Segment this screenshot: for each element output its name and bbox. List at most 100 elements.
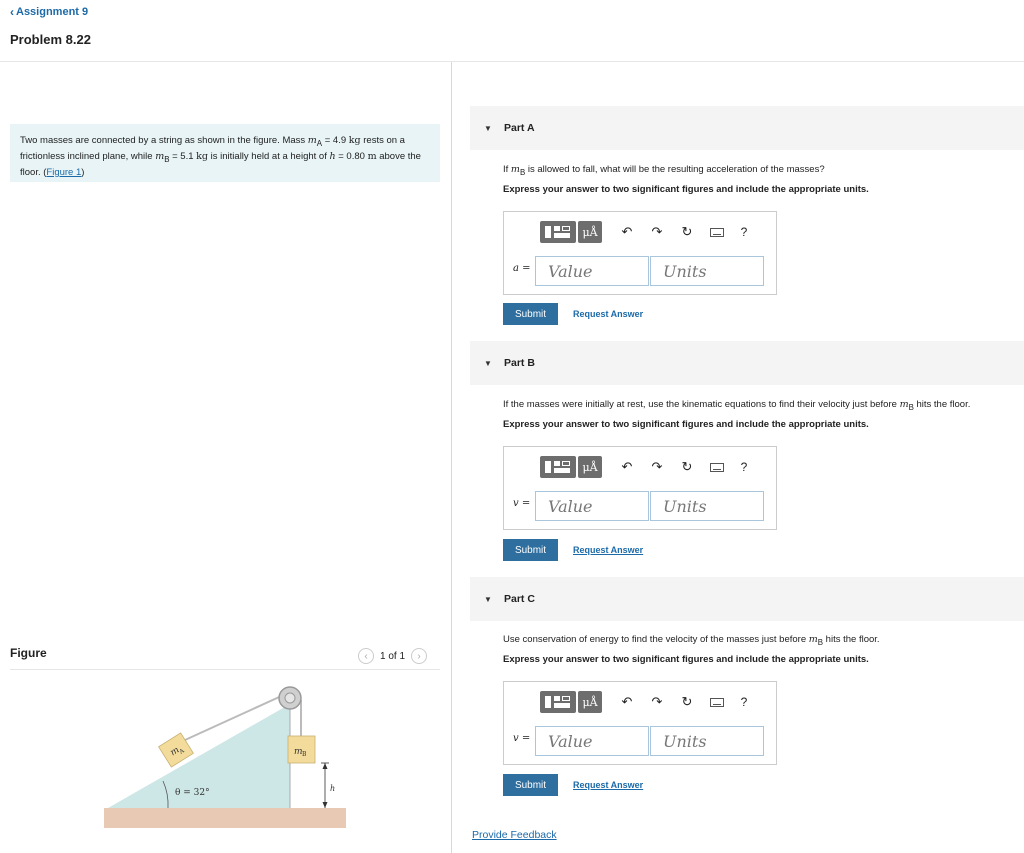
part-b-request-answer-link[interactable]: Request Answer [573, 545, 643, 555]
question-text: hits the floor. [913, 399, 971, 410]
part-c-question: Use conservation of energy to find the v… [503, 634, 880, 647]
unit-kg: kg [348, 135, 361, 146]
part-a-answer-box: μÅ ↶ ↷ ↻ ? a = [503, 211, 777, 295]
variable-label: a = [513, 263, 531, 274]
height-arrowhead-bottom [322, 802, 328, 808]
units-input[interactable] [650, 491, 764, 521]
figure-prev-button[interactable]: ‹ [358, 648, 374, 664]
part-a-request-answer-link[interactable]: Request Answer [573, 309, 643, 319]
units-symbols-button[interactable]: μÅ [578, 221, 602, 243]
part-a-header[interactable]: ▼ Part A [470, 106, 1024, 150]
caret-down-icon: ▼ [484, 123, 492, 133]
part-b-question: If the masses were initially at rest, us… [503, 399, 970, 412]
variable-label: v = [513, 498, 531, 509]
equation-toolbar: μÅ ↶ ↷ ↻ ? [540, 691, 756, 713]
statement-text: = 4.9 [322, 135, 349, 146]
help-button[interactable]: ? [732, 695, 756, 709]
templates-button[interactable] [540, 456, 576, 478]
math-mB: m [155, 150, 165, 162]
question-text: If [503, 164, 511, 175]
question-text: If the masses were initially at rest, us… [503, 399, 900, 410]
value-input[interactable] [535, 256, 649, 286]
equation-toolbar: μÅ ↶ ↷ ↻ ? [540, 456, 756, 478]
figure-link[interactable]: Figure 1 [46, 167, 81, 178]
statement-text: ) [81, 166, 85, 178]
angle-label: θ = 32° [175, 788, 210, 798]
pulley-hub [284, 692, 296, 704]
provide-feedback-link[interactable]: Provide Feedback [472, 829, 557, 841]
statement-text: = 5.1 [169, 150, 197, 162]
part-c-instruction: Express your answer to two significant f… [503, 654, 869, 665]
statement-text: = 0.80 [335, 150, 368, 162]
figure-divider [10, 669, 440, 670]
floor [104, 808, 346, 828]
part-b-answer-box: μÅ ↶ ↷ ↻ ? v = [503, 446, 777, 530]
units-input[interactable] [650, 726, 764, 756]
part-c-submit-button[interactable]: Submit [503, 774, 558, 796]
units-symbols-button[interactable]: μÅ [578, 456, 602, 478]
undo-icon[interactable]: ↶ [612, 459, 642, 475]
unit-kg: kg [196, 150, 209, 162]
math-mB: m [899, 399, 909, 410]
chevron-left-icon: ‹ [364, 650, 368, 662]
undo-icon[interactable]: ↶ [612, 694, 642, 710]
value-input[interactable] [535, 491, 649, 521]
part-b-title: Part B [504, 357, 535, 369]
figure-next-button[interactable]: › [411, 648, 428, 664]
keyboard-icon[interactable] [702, 697, 732, 707]
reset-icon[interactable]: ↻ [672, 224, 702, 240]
math-mA: m [307, 135, 317, 146]
figure-pager: ‹ 1 of 1 › [358, 648, 428, 664]
equation-toolbar: μÅ ↶ ↷ ↻ ? [540, 221, 756, 243]
value-input[interactable] [535, 726, 649, 756]
question-text: is allowed to fall, what will be the res… [525, 164, 825, 175]
question-text: Use conservation of energy to find the v… [503, 634, 809, 645]
part-a-submit-button[interactable]: Submit [503, 303, 558, 325]
statement-text: is initially held at a height of [208, 150, 330, 162]
back-link-label: Assignment 9 [16, 6, 89, 18]
part-b-header[interactable]: ▼ Part B [470, 341, 1024, 385]
back-to-assignment-link[interactable]: ‹ Assignment 9 [10, 5, 88, 19]
height-label: h [330, 784, 335, 793]
part-c-answer-box: μÅ ↶ ↷ ↻ ? v = [503, 681, 777, 765]
keyboard-icon[interactable] [702, 227, 732, 237]
help-button[interactable]: ? [732, 460, 756, 474]
part-a-question: If mB is allowed to fall, what will be t… [503, 164, 825, 177]
figure-page-indicator: 1 of 1 [380, 650, 406, 662]
figure-heading: Figure [10, 646, 47, 660]
caret-down-icon: ▼ [484, 358, 492, 368]
variable-label: v = [513, 733, 531, 744]
units-input[interactable] [650, 256, 764, 286]
unit-m: m [367, 150, 377, 162]
column-divider [451, 62, 452, 853]
units-symbols-button[interactable]: μÅ [578, 691, 602, 713]
part-c-request-answer-link[interactable]: Request Answer [573, 780, 643, 790]
chevron-right-icon: › [417, 650, 421, 662]
redo-icon[interactable]: ↷ [642, 224, 672, 240]
part-b-instruction: Express your answer to two significant f… [503, 419, 869, 430]
templates-button[interactable] [540, 691, 576, 713]
part-c-title: Part C [504, 593, 535, 605]
math-mB: m [808, 634, 818, 645]
math-mB: m [510, 164, 520, 175]
caret-down-icon: ▼ [484, 594, 492, 604]
problem-title: Problem 8.22 [10, 32, 91, 47]
part-b-submit-button[interactable]: Submit [503, 539, 558, 561]
reset-icon[interactable]: ↻ [672, 459, 702, 475]
templates-button[interactable] [540, 221, 576, 243]
header-divider [0, 61, 1024, 62]
reset-icon[interactable]: ↻ [672, 694, 702, 710]
chevron-left-icon: ‹ [10, 5, 14, 19]
redo-icon[interactable]: ↷ [642, 459, 672, 475]
part-c-header[interactable]: ▼ Part C [470, 577, 1024, 621]
keyboard-icon[interactable] [702, 462, 732, 472]
incline-figure: θ = 32° m A m B h [104, 686, 346, 828]
undo-icon[interactable]: ↶ [612, 224, 642, 240]
part-a-instruction: Express your answer to two significant f… [503, 184, 869, 195]
part-a-title: Part A [504, 122, 535, 134]
help-button[interactable]: ? [732, 225, 756, 239]
problem-statement: Two masses are connected by a string as … [10, 124, 440, 182]
height-arrowhead-top [322, 763, 328, 769]
question-text: hits the floor. [823, 634, 880, 645]
redo-icon[interactable]: ↷ [642, 694, 672, 710]
